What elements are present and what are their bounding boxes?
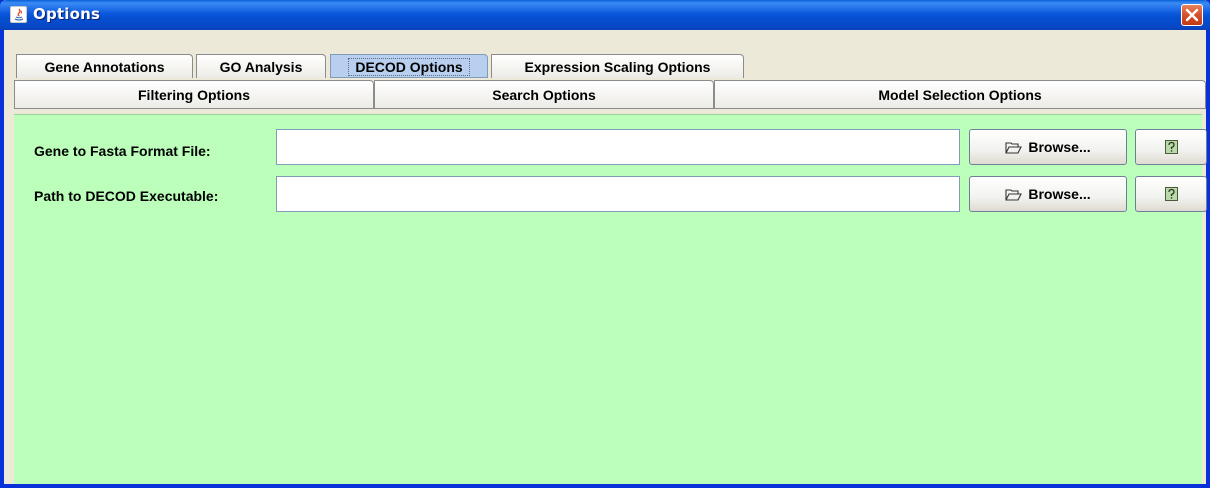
decod-executable-label: Path to DECOD Executable: [34,188,219,204]
tab-label: DECOD Options [348,58,470,76]
tab-label: Filtering Options [138,87,250,103]
tab-expression-scaling-options[interactable]: Expression Scaling Options [491,54,744,78]
decod-options-panel: Gene to Fasta Format File: Browse... Pat… [14,114,1207,484]
close-button[interactable] [1181,4,1203,26]
fasta-file-input[interactable] [276,129,960,165]
help-icon [1164,187,1178,201]
tab-label: Expression Scaling Options [524,59,711,75]
tab-decod-options[interactable]: DECOD Options [330,54,488,78]
window-title: Options [33,5,101,23]
tab-divider [14,108,1206,109]
tab-model-selection-options[interactable]: Model Selection Options [714,80,1206,108]
decod-help-button[interactable] [1135,176,1207,212]
tab-gene-annotations[interactable]: Gene Annotations [16,54,193,78]
tab-go-analysis[interactable]: GO Analysis [196,54,326,78]
tab-search-options[interactable]: Search Options [374,80,714,108]
browse-label: Browse... [1028,139,1091,155]
folder-open-icon [1005,188,1023,201]
tab-label: GO Analysis [219,59,303,75]
java-app-icon [10,6,27,23]
tab-label: Gene Annotations [44,59,165,75]
folder-open-icon [1005,141,1023,154]
close-icon [1185,8,1199,22]
browse-label: Browse... [1028,186,1091,202]
title-bar[interactable]: Options [0,0,1210,30]
fasta-help-button[interactable] [1135,129,1207,165]
tab-filtering-options[interactable]: Filtering Options [14,80,374,108]
decod-executable-input[interactable] [276,176,960,212]
fasta-file-label: Gene to Fasta Format File: [34,143,211,159]
options-window: Options Gene Annotations GO Analysis DEC… [0,0,1210,488]
decod-browse-button[interactable]: Browse... [969,176,1127,212]
fasta-browse-button[interactable]: Browse... [969,129,1127,165]
tab-label: Model Selection Options [878,87,1042,103]
help-icon [1164,140,1178,154]
tab-label: Search Options [492,87,596,103]
